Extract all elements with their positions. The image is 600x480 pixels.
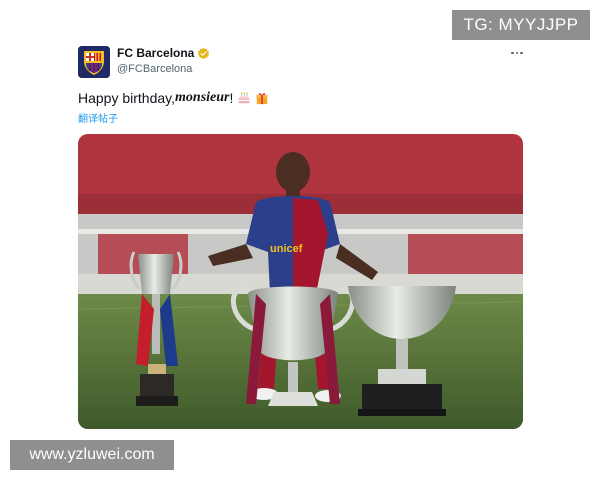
more-icon [511,51,514,55]
gift-emoji [256,93,269,105]
author-name-row[interactable]: FC Barcelona [117,46,210,60]
more-icon-dot [515,51,519,55]
tweet-media-photo[interactable]: unicef [78,134,523,429]
tweet-text: Happy birthday, monsieur ! [78,90,269,106]
translate-post-link[interactable]: 翻译帖子 [78,110,118,125]
more-options-button[interactable] [506,44,528,62]
tweet-text-emphasis: monsieur [175,90,230,105]
author-handle[interactable]: @FCBarcelona [117,63,210,75]
author-display-name[interactable]: FC Barcelona [117,46,194,60]
tweet-text-before: Happy birthday, [78,90,176,106]
watermark-telegram: TG: MYYJJPP [452,10,590,40]
tweet: FC Barcelona @FCBarcelona Happy birthday… [0,0,600,440]
watermark-website: www.yzluwei.com [10,440,174,470]
cake-emoji [239,92,250,104]
verified-badge-icon [198,47,210,59]
avatar[interactable] [78,46,110,78]
author-block[interactable]: FC Barcelona @FCBarcelona [117,46,210,75]
fc-barcelona-crest-icon [78,46,110,78]
photo-trophies-player: unicef [78,134,523,429]
tweet-text-after: ! [229,90,234,106]
jersey-sponsor-text: unicef [270,243,303,255]
more-icon-dot [520,51,523,55]
